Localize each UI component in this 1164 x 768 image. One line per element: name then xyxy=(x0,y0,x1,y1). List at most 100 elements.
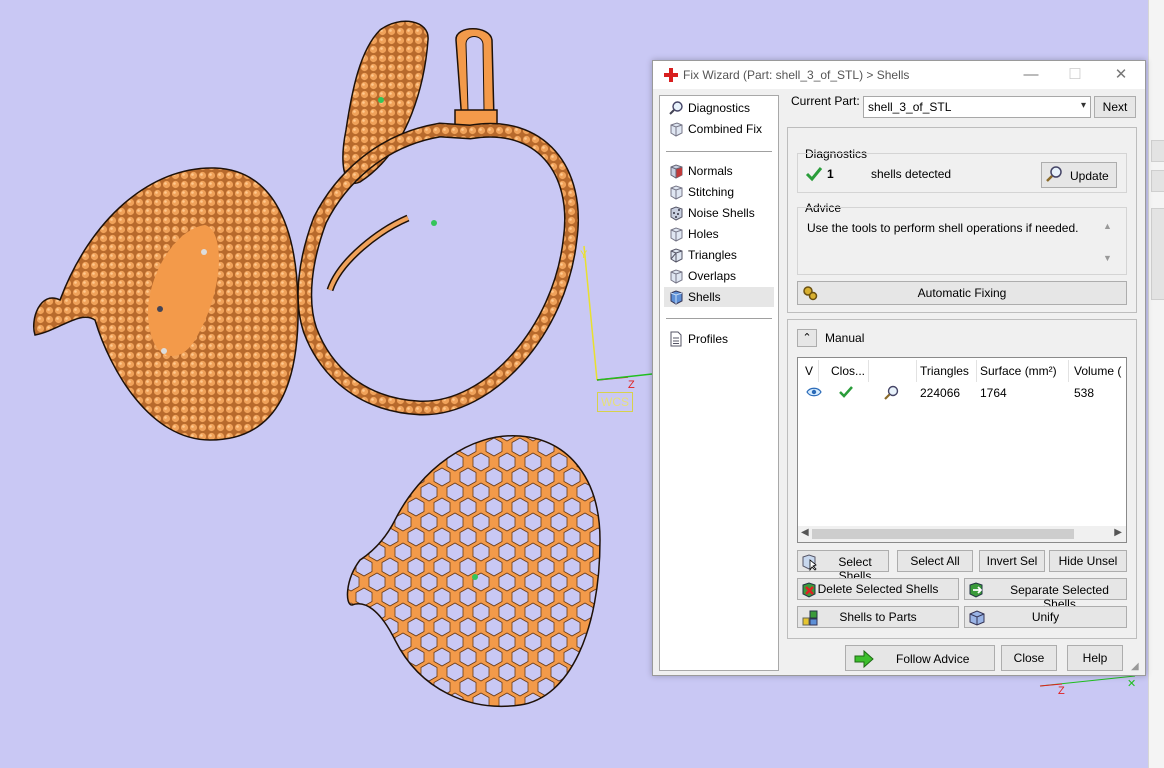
edge-panel[interactable] xyxy=(1151,208,1164,300)
nav-label: Normals xyxy=(688,164,733,178)
current-part-select[interactable]: shell_3_of_STL ▾ xyxy=(863,96,1091,118)
scroll-up-icon[interactable]: ▲ xyxy=(1103,221,1112,231)
green-arrow-icon xyxy=(854,650,874,668)
checkmark-icon xyxy=(839,386,853,398)
scroll-left-icon[interactable]: ◀ xyxy=(801,527,809,538)
current-part-label: Current Part: xyxy=(791,94,860,108)
shell-honeycomb[interactable] xyxy=(346,435,601,707)
collapse-manual-button[interactable]: ⌃ xyxy=(797,329,817,347)
nav-item-profiles[interactable]: Profiles xyxy=(664,329,774,349)
help-button[interactable]: Help xyxy=(1067,645,1123,671)
parts-icon xyxy=(802,610,818,626)
close-window-button[interactable]: ✕ xyxy=(1109,65,1133,85)
current-part-value: shell_3_of_STL xyxy=(868,100,952,114)
eye-icon[interactable] xyxy=(806,386,822,398)
shells-detected-text: shells detected xyxy=(871,167,952,181)
fix-wizard-dialog: Fix Wizard (Part: shell_3_of_STL) > Shel… xyxy=(652,60,1146,676)
automatic-fixing-label: Automatic Fixing xyxy=(917,286,1007,300)
unify-button[interactable]: Unify xyxy=(964,606,1127,628)
axis-z2-label: Z xyxy=(1058,685,1065,697)
column-header-volume[interactable]: Volume ( xyxy=(1074,364,1121,378)
maximize-button[interactable]: ☐ xyxy=(1063,65,1087,85)
column-header-surface[interactable]: Surface (mm²) xyxy=(980,364,1057,378)
follow-advice-label: Follow Advice xyxy=(896,652,970,666)
close-button[interactable]: Close xyxy=(1001,645,1057,671)
delete-selected-label: Delete Selected Shells xyxy=(817,582,939,596)
table-row[interactable]: 224066 1764 538 xyxy=(798,382,1126,402)
nav-item-triangles[interactable]: Triangles xyxy=(664,245,774,265)
cube-blue-icon xyxy=(670,290,683,305)
select-shells-button[interactable]: Select Shells xyxy=(797,550,889,583)
delete-cube-icon xyxy=(802,582,816,598)
chevron-down-icon: ▾ xyxy=(1080,100,1086,111)
right-edge-strip xyxy=(1148,0,1164,768)
nav-label: Stitching xyxy=(688,185,735,199)
wcs-label: WCS xyxy=(597,392,633,412)
cube-cursor-icon xyxy=(802,554,817,571)
nav-item-normals[interactable]: Normals xyxy=(664,161,774,181)
cell-surface: 1764 xyxy=(980,386,1007,400)
scroll-thumb[interactable] xyxy=(812,529,1074,539)
column-header-visible[interactable]: V xyxy=(805,364,813,378)
unify-cube-icon xyxy=(969,610,985,626)
nav-item-holes[interactable]: Holes xyxy=(664,224,774,244)
advice-group xyxy=(797,207,1127,275)
advice-text: Use the tools to perform shell operation… xyxy=(807,221,1079,235)
column-header-closed[interactable]: Clos... xyxy=(831,364,865,378)
nav-item-noise-shells[interactable]: Noise Shells xyxy=(664,203,774,223)
cube-icon xyxy=(670,227,683,242)
cell-triangles: 224066 xyxy=(920,386,961,400)
update-button[interactable]: Update xyxy=(1041,162,1117,188)
nav-label: Holes xyxy=(688,227,719,241)
separate-cube-icon xyxy=(969,582,983,598)
wizard-nav: Diagnostics Combined Fix Normals Stitchi… xyxy=(659,95,779,671)
title-bar[interactable]: Fix Wizard (Part: shell_3_of_STL) > Shel… xyxy=(653,61,1145,89)
shell-top[interactable] xyxy=(342,20,429,185)
axis-x-marker: ✕ xyxy=(1127,678,1136,690)
magnifier-icon[interactable] xyxy=(882,384,900,402)
delete-selected-shells-button[interactable]: Delete Selected Shells xyxy=(797,578,959,600)
nav-item-diagnostics[interactable]: Diagnostics xyxy=(664,98,774,118)
shells-table[interactable]: V Clos... Triangles Surface (mm²) Volume… xyxy=(797,357,1127,543)
shells-to-parts-button[interactable]: Shells to Parts xyxy=(797,606,959,628)
cell-volume: 538 xyxy=(1074,386,1095,400)
nav-label: Shells xyxy=(688,290,721,304)
cube-icon xyxy=(670,248,683,263)
magnifier-icon xyxy=(669,101,683,115)
nav-item-shells[interactable]: Shells xyxy=(664,287,774,307)
nav-divider xyxy=(666,318,772,319)
gears-icon xyxy=(803,286,818,301)
hide-unsel-button[interactable]: Hide Unsel xyxy=(1049,550,1127,572)
edge-tab[interactable] xyxy=(1151,140,1164,162)
nav-item-stitching[interactable]: Stitching xyxy=(664,182,774,202)
invert-sel-button[interactable]: Invert Sel xyxy=(979,550,1045,572)
resize-grip-icon[interactable]: ◢ xyxy=(1131,661,1139,672)
shells-to-parts-label: Shells to Parts xyxy=(839,610,917,624)
follow-advice-button[interactable]: Follow Advice xyxy=(845,645,995,671)
table-horizontal-scrollbar[interactable]: ◀ ▶ xyxy=(798,526,1126,542)
shells-count: 1 xyxy=(827,167,834,181)
unify-label: Unify xyxy=(1031,610,1060,624)
select-all-button[interactable]: Select All xyxy=(897,550,973,572)
nav-label: Diagnostics xyxy=(688,101,751,115)
update-label: Update xyxy=(1070,169,1109,183)
cube-icon xyxy=(670,185,683,200)
shell-ring[interactable] xyxy=(297,28,579,416)
scroll-right-icon[interactable]: ▶ xyxy=(1114,527,1122,538)
nav-label: Profiles xyxy=(688,332,729,346)
column-header-triangles[interactable]: Triangles xyxy=(920,364,969,378)
document-icon xyxy=(670,331,682,347)
automatic-fixing-button[interactable]: Automatic Fixing xyxy=(797,281,1127,305)
cube-icon xyxy=(670,269,683,284)
minimize-button[interactable]: — xyxy=(1019,65,1043,85)
nav-label: Combined Fix xyxy=(688,122,763,136)
separate-selected-shells-button[interactable]: Separate Selected Shells xyxy=(964,578,1127,611)
scroll-down-icon[interactable]: ▼ xyxy=(1103,253,1112,263)
next-button[interactable]: Next xyxy=(1094,96,1136,118)
magnifier-icon xyxy=(1046,166,1062,182)
edge-tab[interactable] xyxy=(1151,170,1164,192)
shell-left[interactable] xyxy=(33,167,299,441)
nav-item-overlaps[interactable]: Overlaps xyxy=(664,266,774,286)
nav-item-combined-fix[interactable]: Combined Fix xyxy=(664,119,774,139)
cube-red-icon xyxy=(670,164,683,179)
